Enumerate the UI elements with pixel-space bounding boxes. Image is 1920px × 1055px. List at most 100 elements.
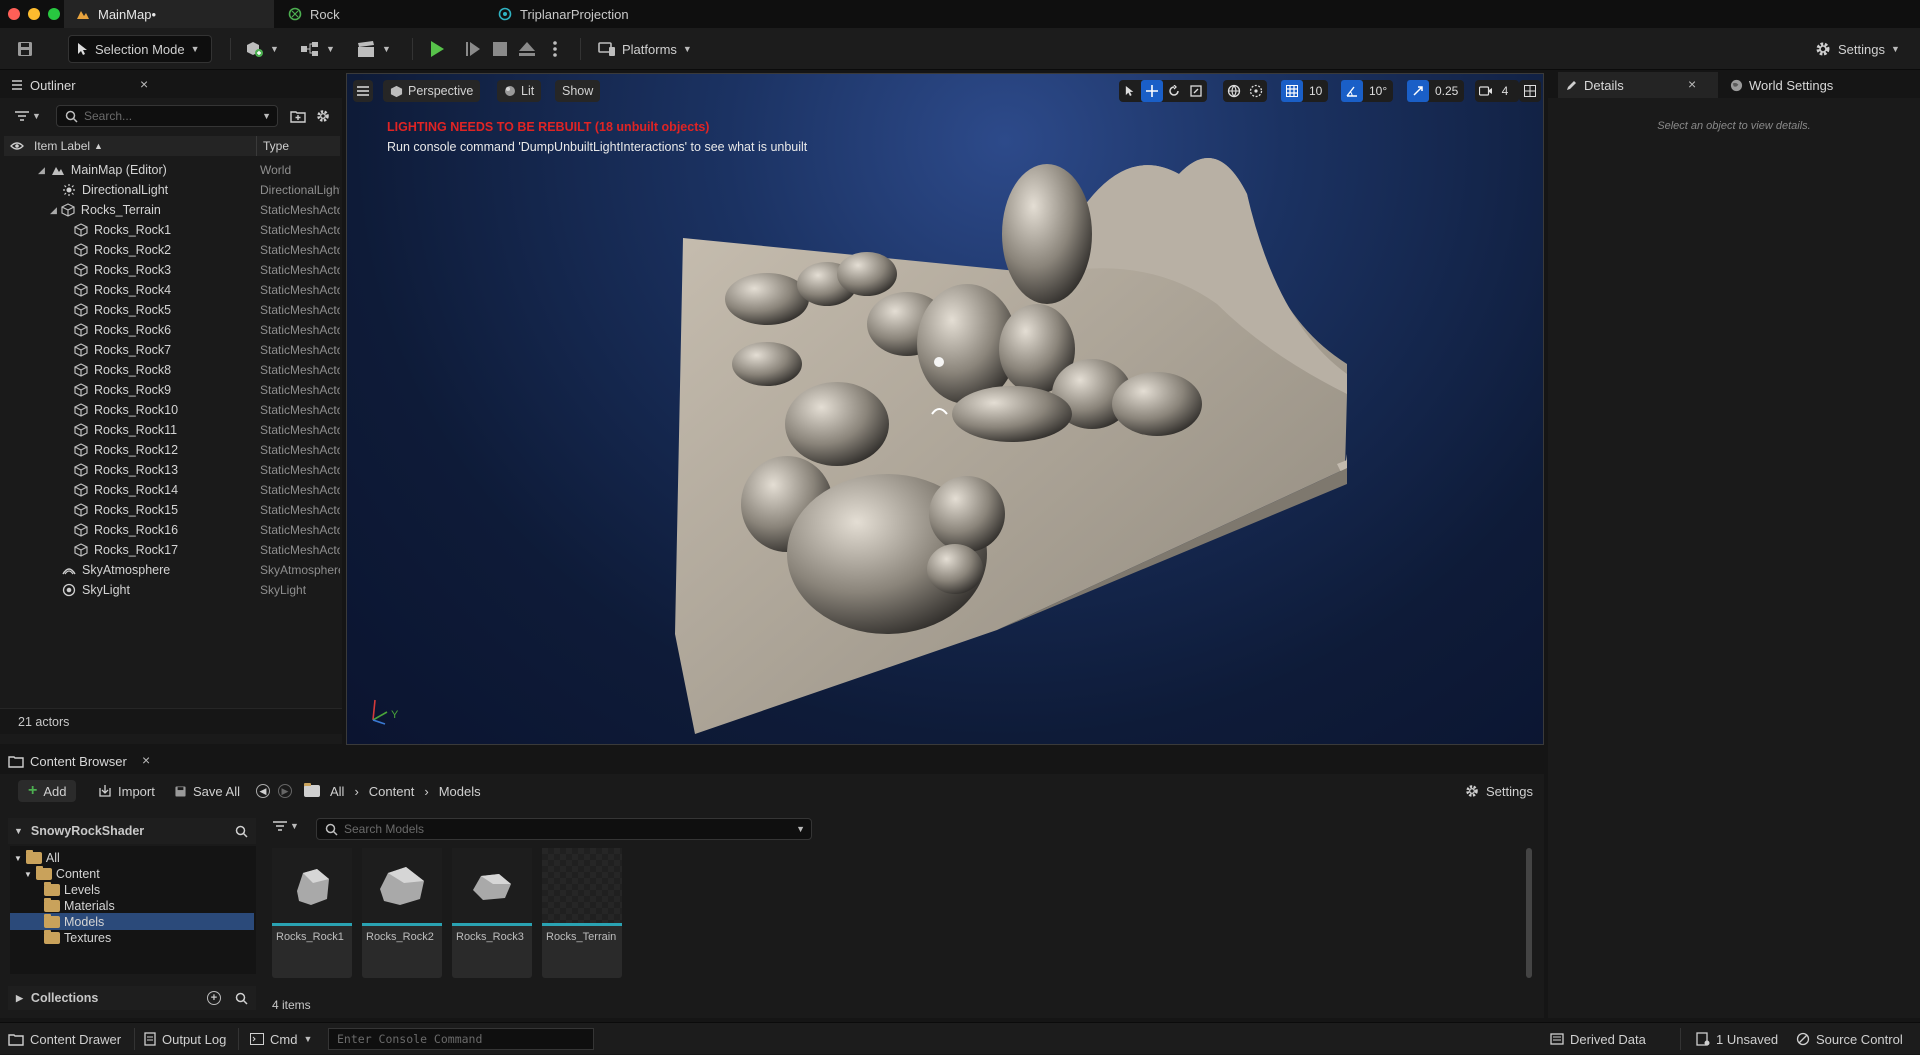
derived-data-button[interactable]: Derived Data [1550,1023,1646,1055]
outliner-row[interactable]: Rocks_Rock7 StaticMeshActor [4,340,340,360]
scale-snap-group[interactable]: 0.25 [1407,80,1465,102]
import-button[interactable]: Import [98,780,155,802]
asset-tile[interactable]: Rocks_Rock2 [362,848,442,978]
outliner-row[interactable]: Rocks_Rock16 StaticMeshActor [4,520,340,540]
scale-tool-button[interactable] [1185,80,1207,102]
outliner-row[interactable]: SkyLight SkyLight [4,580,340,600]
camera-speed-value[interactable]: 4 [1497,80,1519,102]
selection-mode-dropdown[interactable]: Selection Mode ▼ [68,35,212,63]
grid-snap-value[interactable]: 10 [1303,80,1328,102]
blueprints-button[interactable]: ▼ [300,35,335,63]
asset-filter-button[interactable]: ▼ [272,820,299,832]
add-folder-button[interactable] [290,109,306,123]
tree-item-materials[interactable]: Materials [44,898,115,914]
add-collection-icon[interactable]: + [207,991,221,1005]
grid-snap-toggle[interactable] [1281,80,1303,102]
expand-arrow-icon[interactable]: ◢ [50,205,57,216]
outliner-row[interactable]: Rocks_Rock3 StaticMeshActor [4,260,340,280]
outliner-search-input[interactable]: Search... ▼ [56,105,278,127]
tree-item-levels[interactable]: Levels [44,882,100,898]
translate-tool-button[interactable] [1141,80,1163,102]
tree-item-all[interactable]: ▼ All [14,850,60,866]
collections-header[interactable]: ▶ Collections + [8,986,256,1010]
rotate-tool-button[interactable] [1163,80,1185,102]
world-space-button[interactable] [1223,80,1245,102]
viewport-layout-button[interactable] [1519,80,1541,102]
outliner-row[interactable]: Rocks_Rock14 StaticMeshActor [4,480,340,500]
outliner-row[interactable]: DirectionalLight DirectionalLight [4,180,340,200]
asset-tile[interactable]: Rocks_Terrain [542,848,622,978]
content-drawer-button[interactable]: Content Drawer [8,1023,121,1055]
outliner-row[interactable]: ◢ Rocks_Terrain StaticMeshActor [4,200,340,220]
scale-snap-value[interactable]: 0.25 [1429,80,1464,102]
content-browser-tab[interactable]: Content Browser [8,748,158,774]
stop-button[interactable] [492,35,508,63]
surface-snap-button[interactable] [1245,80,1267,102]
outliner-row[interactable]: Rocks_Rock2 StaticMeshActor [4,240,340,260]
column-item-label[interactable]: Item Label [34,139,90,153]
search-icon[interactable] [235,825,248,838]
asset-tile[interactable]: Rocks_Rock3 [452,848,532,978]
rotation-snap-toggle[interactable] [1341,80,1363,102]
close-icon[interactable]: × [1688,76,1696,92]
back-icon[interactable]: ◀ [256,784,270,798]
cmd-dropdown[interactable]: Cmd ▼ [250,1023,312,1055]
world-settings-tab[interactable]: World Settings [1718,72,1898,98]
outliner-row[interactable]: Rocks_Rock1 StaticMeshActor [4,220,340,240]
platforms-dropdown[interactable]: Platforms ▼ [598,35,692,63]
asset-tile[interactable]: Rocks_Rock1 [272,848,352,978]
unsaved-button[interactable]: 1 Unsaved [1696,1023,1778,1055]
asset-search-input[interactable]: Search Models ▼ [316,818,812,840]
camera-speed-group[interactable]: 4 [1475,80,1519,102]
tab-mainmap[interactable]: MainMap• [64,0,274,28]
outliner-row[interactable]: Rocks_Rock4 StaticMeshActor [4,280,340,300]
eject-button[interactable] [518,35,536,63]
tab-triplanar[interactable]: TriplanarProjection [486,0,706,28]
outliner-row[interactable]: Rocks_Rock13 StaticMeshActor [4,460,340,480]
rotation-snap-value[interactable]: 10° [1363,80,1393,102]
tree-item-models[interactable]: Models [44,914,104,930]
perspective-button[interactable]: Perspective [383,80,481,102]
tab-rock[interactable]: Rock [276,0,486,28]
outliner-filter-button[interactable]: ▼ [14,110,41,122]
outliner-row[interactable]: Rocks_Rock6 StaticMeshActor [4,320,340,340]
save-button[interactable] [16,35,34,63]
crumb-content[interactable]: Content [369,784,415,799]
cb-settings-button[interactable]: Settings [1464,780,1533,802]
select-tool-button[interactable] [1119,80,1141,102]
add-actor-button[interactable]: ▼ [244,35,279,63]
step-button[interactable] [464,35,482,63]
expand-arrow-icon[interactable]: ◢ [38,165,45,176]
add-button[interactable]: + Add [18,780,77,802]
outliner-row[interactable]: Rocks_Rock5 StaticMeshActor [4,300,340,320]
scale-snap-toggle[interactable] [1407,80,1429,102]
close-icon[interactable]: × [140,76,148,92]
camera-speed-button[interactable] [1475,80,1497,102]
level-viewport[interactable]: Perspective Lit Show 10 10° 0.25 4 LIGHT… [346,73,1544,745]
outliner-row[interactable]: Rocks_Rock9 StaticMeshActor [4,380,340,400]
play-options-button[interactable] [552,35,558,63]
console-input[interactable]: Enter Console Command [328,1028,594,1050]
tree-item-textures[interactable]: Textures [44,930,111,946]
forward-icon[interactable]: ▶ [278,784,292,798]
grid-snap-group[interactable]: 10 [1281,80,1329,102]
save-all-button[interactable]: Save All [174,780,240,802]
rotation-snap-group[interactable]: 10° [1341,80,1394,102]
outliner-row[interactable]: Rocks_Rock10 StaticMeshActor [4,400,340,420]
project-header[interactable]: ▼ SnowyRockShader [8,818,256,844]
source-control-button[interactable]: Source Control [1796,1023,1903,1055]
outliner-settings-button[interactable] [315,108,331,124]
outliner-row[interactable]: Rocks_Rock17 StaticMeshActor [4,540,340,560]
outliner-row[interactable]: Rocks_Rock8 StaticMeshActor [4,360,340,380]
cinematics-button[interactable]: ▼ [356,35,391,63]
close-icon[interactable]: × [142,752,150,768]
search-icon[interactable] [235,992,248,1005]
output-log-button[interactable]: Output Log [144,1023,226,1055]
outliner-row[interactable]: Rocks_Rock12 StaticMeshActor [4,440,340,460]
minimize-window-button[interactable] [28,8,40,20]
tree-item-content[interactable]: ▼ Content [24,866,100,882]
crumb-models[interactable]: Models [439,784,481,799]
close-window-button[interactable] [8,8,20,20]
viewport-menu-button[interactable] [353,80,373,102]
column-type[interactable]: Type [256,136,289,156]
